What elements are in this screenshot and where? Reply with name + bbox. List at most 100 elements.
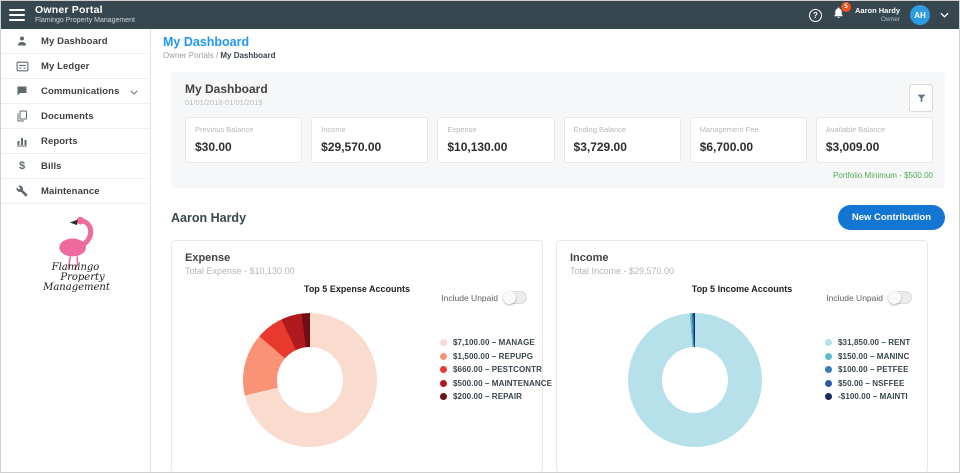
expense-chart-card: Expense Total Expense - $10,130.00 Top 5…	[171, 240, 552, 472]
user-info[interactable]: Aaron Hardy Owner	[855, 6, 900, 24]
chat-icon	[15, 85, 29, 97]
legend-label: $150.00 – MANINC	[838, 351, 910, 361]
breadcrumb-parent[interactable]: Owner Portals	[163, 51, 214, 60]
summary-card-available-balance: Available Balance $3,009.00	[815, 117, 934, 163]
summary-cards: Previous Balance $30.00 Income $29,570.0…	[185, 117, 934, 163]
expense-donut-chart[interactable]	[243, 313, 377, 447]
summary-card-management-fee: Management Fee $6,700.00	[689, 117, 807, 163]
legend-label: $1,500.00 – REPUPG	[453, 351, 534, 361]
legend-dot	[440, 393, 447, 400]
owner-name: Aaron Hardy	[171, 210, 247, 225]
legend-label: $7,100.00 – MANAGE	[453, 338, 535, 347]
summary-card-previous-balance: Previous Balance $30.00	[185, 117, 303, 163]
documents-icon	[15, 110, 29, 122]
sidebar-item-reports[interactable]: Reports	[1, 129, 150, 154]
sidebar-item-communications[interactable]: Communications	[1, 79, 150, 104]
legend-dot	[825, 352, 832, 360]
notifications-button[interactable]: 5	[832, 2, 851, 24]
summary-date-range: 01/01/2018-01/01/2019	[185, 98, 263, 107]
portfolio-minimum: Portfolio Minimum - $500.00	[832, 171, 933, 180]
legend-label: $660.00 – PESTCONTR	[453, 365, 543, 374]
breadcrumb: My Dashboard Owner Portals / My Dashboar…	[163, 35, 945, 60]
user-name: Aaron Hardy	[854, 6, 900, 15]
legend-label: $31,850.00 – RENT	[838, 338, 911, 347]
expense-card-title: Expense	[185, 252, 231, 264]
legend-label: $100.00 – PETFEE	[838, 365, 909, 374]
top-bar: Owner Portal Flamingo Property Managemen…	[1, 1, 959, 29]
chevron-down-icon	[130, 82, 138, 100]
income-card-subtitle: Total Income - $29,570.00	[570, 266, 675, 276]
legend-dot	[825, 339, 832, 346]
legend-item: $1,500.00 – REPUPG	[440, 352, 552, 361]
user-role: Owner	[880, 16, 900, 23]
legend-dot	[440, 352, 447, 360]
expense-legend: $7,100.00 – MANAGE $1,500.00 – REPUPG $660…	[440, 338, 552, 406]
legend-item: -$100.00 – MAINTI	[825, 392, 910, 401]
include-unpaid-toggle[interactable]	[888, 291, 912, 304]
income-card-title: Income	[570, 252, 609, 264]
person-icon	[15, 35, 29, 47]
logo-text: Flamingo Property Management	[43, 262, 110, 293]
sidebar-item-maintenance[interactable]: Maintenance	[1, 179, 150, 204]
notification-badge: 5	[840, 2, 851, 12]
chevron-down-icon[interactable]	[940, 12, 949, 18]
legend-dot	[440, 366, 447, 373]
app-title: Owner Portal	[35, 4, 103, 16]
owner-portal-app: Owner Portal Flamingo Property Managemen…	[0, 0, 960, 473]
legend-dot	[825, 393, 832, 400]
main-content: My Dashboard Owner Portals / My Dashboar…	[151, 29, 959, 472]
breadcrumb-current: My Dashboard	[220, 51, 276, 60]
sidebar-item-bills[interactable]: $ Bills	[1, 154, 150, 179]
new-contribution-button[interactable]: New Contribution	[837, 205, 945, 230]
legend-dot	[825, 379, 832, 387]
summary-card-expense: Expense $10,130.00	[437, 117, 555, 163]
legend-label: $50.00 – NSFFEE	[838, 378, 905, 388]
legend-dot	[825, 366, 832, 373]
toggle-knob	[888, 291, 901, 304]
donut-hole	[277, 347, 343, 413]
sidebar-item-my-dashboard[interactable]: My Dashboard	[1, 29, 150, 54]
legend-dot	[440, 339, 447, 346]
toggle-knob	[503, 291, 516, 304]
wrench-icon	[15, 185, 29, 197]
summary-title: My Dashboard	[185, 82, 268, 96]
ledger-icon	[15, 61, 29, 72]
app-subtitle: Flamingo Property Management	[35, 17, 135, 24]
dashboard-summary-panel: My Dashboard 01/01/2018-01/01/2019 Previ…	[171, 72, 945, 188]
brand: Owner Portal Flamingo Property Managemen…	[35, 5, 135, 25]
company-logo: Flamingo Property Management	[1, 214, 150, 293]
filter-button[interactable]	[909, 84, 933, 112]
sidebar-item-documents[interactable]: Documents	[1, 104, 150, 129]
help-icon[interactable]: ?	[808, 8, 822, 22]
include-unpaid-label: Include Unpaid	[826, 292, 883, 303]
income-donut-chart[interactable]	[628, 313, 762, 447]
legend-label: $500.00 – MAINTENANCE	[453, 378, 553, 388]
sidebar-item-my-ledger[interactable]: My Ledger	[1, 54, 150, 79]
include-unpaid-toggle[interactable]	[503, 291, 527, 304]
include-unpaid-label: Include Unpaid	[441, 292, 498, 303]
legend-item: $7,100.00 – MANAGE	[440, 338, 552, 347]
bar-chart-icon	[15, 135, 29, 147]
sidebar: My Dashboard My Ledger Communications Do…	[1, 29, 151, 472]
page-title: My Dashboard	[163, 35, 250, 49]
legend-item: $200.00 – REPAIR	[440, 392, 552, 401]
filter-icon	[917, 94, 925, 102]
donut-hole	[662, 347, 728, 413]
menu-icon[interactable]	[9, 9, 25, 21]
legend-label: $200.00 – REPAIR	[453, 392, 523, 401]
legend-item: $500.00 – MAINTENANCE	[440, 379, 552, 388]
legend-label: -$100.00 – MAINTI	[838, 392, 908, 401]
legend-item: $150.00 – MANINC	[825, 352, 910, 361]
summary-card-income: Income $29,570.00	[311, 117, 429, 163]
legend-item: $100.00 – PETFEE	[825, 365, 910, 374]
income-chart-card: Income Total Income - $29,570.00 Top 5 I…	[556, 240, 928, 472]
dollar-icon: $	[18, 160, 26, 172]
income-legend: $31,850.00 – RENT $150.00 – MANINC $100.00…	[825, 338, 910, 406]
legend-item: $31,850.00 – RENT	[825, 338, 910, 347]
legend-item: $50.00 – NSFFEE	[825, 379, 910, 388]
legend-dot	[440, 379, 447, 387]
expense-card-subtitle: Total Expense - $10,130.00	[185, 266, 295, 276]
summary-card-ending-balance: Ending Balance $3,729.00	[563, 117, 681, 163]
legend-item: $660.00 – PESTCONTR	[440, 365, 552, 374]
avatar[interactable]: AH	[910, 5, 930, 25]
